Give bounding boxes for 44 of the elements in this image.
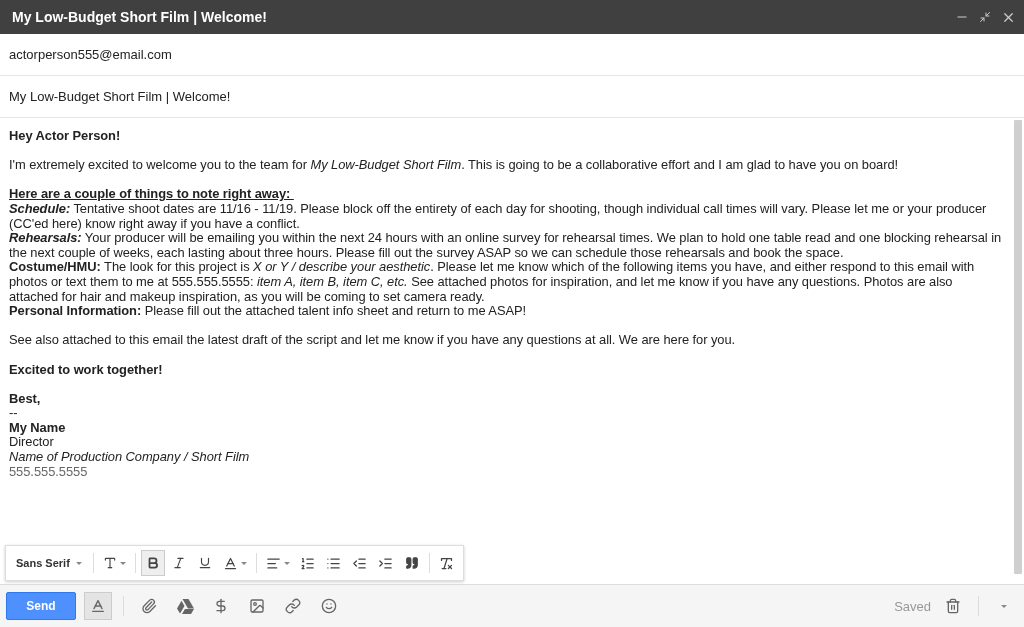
- signature-line: My Name: [9, 420, 67, 436]
- paperclip-icon: [141, 598, 157, 614]
- note-paragraph: Costume/HMU: The look for this project is X or Y / describe your aesthetic. Please let me know which of the following items you have, and either respond to this email with photos or text them to me at 555.555.5555: item A, item B, item C, etc. See attached photos for inspiration, and let me know if you have any questions. Photos are also attached for hair and makeup inspiration, as you will be coming to set camera ready.: [9, 260, 976, 305]
- remove-formatting-icon: [439, 555, 455, 571]
- triangle-drive-icon: [176, 598, 194, 614]
- trash-icon: [945, 598, 961, 614]
- sign-off: Excited to work together!: [9, 362, 164, 378]
- intro-paragraph: I'm extremely excited to welcome you to the team for My Low-Budget Short Film. This is going to be a collaborative effort and I am glad to have you on board!: [9, 158, 900, 173]
- underline-icon: [197, 556, 212, 570]
- font-menu[interactable]: Sans Serif: [10, 550, 88, 576]
- text-format-icon: [90, 598, 106, 614]
- note-paragraph: Personal Information: Please fill out the attached talent info sheet and return to me ASAP!: [9, 304, 528, 319]
- quote-icon: [404, 556, 419, 570]
- caret-icon: [1001, 604, 1007, 608]
- greeting: Hey Actor Person!: [9, 129, 122, 144]
- window-title: My Low-Budget Short Film | Welcome!: [12, 9, 268, 25]
- signature-line: Best,: [9, 391, 42, 407]
- signature-line: Name of Production Company / Short Film: [9, 450, 251, 465]
- closing-paragraph: See also attached to this email the latest draft of the script and let me know if you have any questions at all. We are here for you.: [9, 333, 737, 348]
- recipient-field[interactable]: actorperson555@email.com: [0, 34, 1024, 76]
- italic-icon: [171, 556, 186, 570]
- text-size-icon: [102, 556, 117, 570]
- align-left-icon: [265, 555, 281, 571]
- note-paragraph: Schedule: Tentative shoot dates are 11/16 - 11/19. Please block off the entirety of each day for shooting, though individual call times will vary. Please let me or your producer (CC'ed here) know right away if you have a conflict.: [9, 201, 988, 232]
- dollar-icon: [213, 598, 229, 614]
- bulleted-list-icon: [326, 555, 342, 571]
- smiley-icon: [321, 598, 337, 614]
- indent-more-icon: [378, 555, 394, 571]
- numbered-list-icon: [300, 555, 316, 571]
- note-paragraph: Rehearsals: Your producer will be emailing you within the next 24 hours with an online survey for rehearsal times. We plan to hold one table read and one blocking rehearsal in the next couple of weeks, each lasting about three hours. Please fill out the survey ASAP so we can schedule those rehearsals and book the space.: [9, 231, 1003, 261]
- image-icon: [249, 598, 265, 614]
- scrollbar[interactable]: [1014, 120, 1022, 574]
- formatting-toggle-button[interactable]: [84, 592, 112, 620]
- notes-heading: Here are a couple of things to note right away:: [9, 187, 292, 202]
- indent-less-icon: [352, 555, 368, 571]
- signature-line: Director: [9, 435, 55, 451]
- signature-line: --: [9, 406, 19, 421]
- text-color-icon: [222, 555, 238, 571]
- link-icon: [285, 598, 301, 614]
- subject-field[interactable]: My Low-Budget Short Film | Welcome!: [0, 76, 1024, 118]
- save-status: Saved: [894, 598, 931, 614]
- exit-fullscreen-icon: [979, 11, 991, 23]
- signature-line: 555.555.5555: [9, 464, 89, 480]
- bold-button[interactable]: [140, 550, 165, 576]
